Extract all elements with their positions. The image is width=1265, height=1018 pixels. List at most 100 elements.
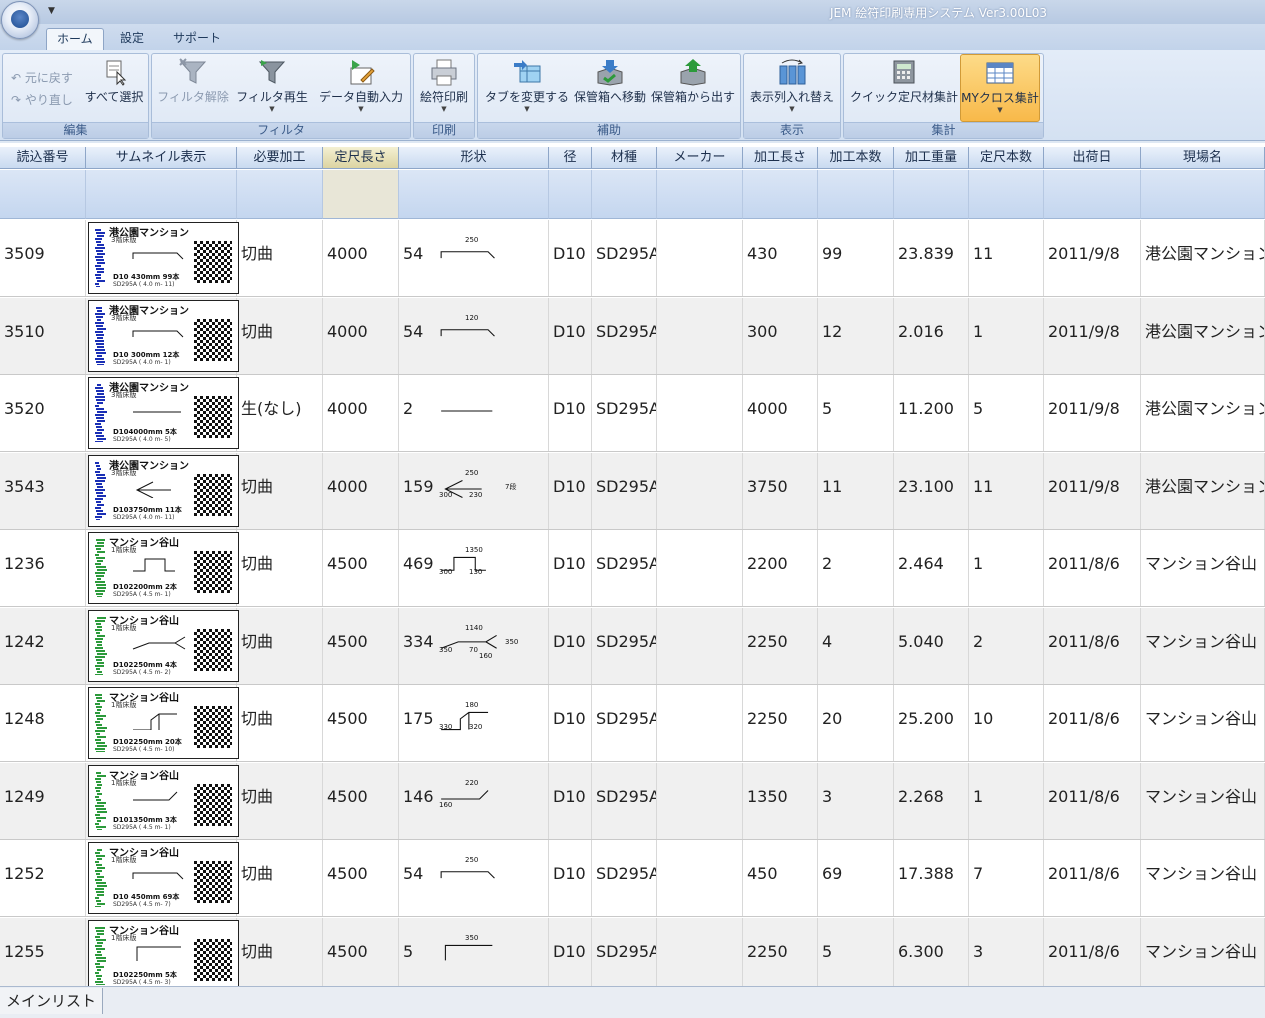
grade-cell[interactable]: SD295A	[592, 685, 657, 761]
stock-length-cell[interactable]: 4000	[323, 220, 399, 296]
site-name-cell[interactable]: マンション谷山	[1141, 685, 1265, 761]
site-name-cell[interactable]: マンション谷山	[1141, 917, 1265, 986]
process-cell[interactable]: 切曲	[237, 297, 323, 374]
col-process-header[interactable]: 必要加工	[237, 147, 323, 169]
table-row[interactable]: 3510 港公園マンション 3階床版 D10 300mm 12本 SD295A ( 4.…	[0, 297, 1265, 375]
ship-date-cell[interactable]: 2011/9/8	[1044, 452, 1141, 529]
col-site-name-header[interactable]: 現場名	[1141, 147, 1265, 169]
reorder-columns-button[interactable]: 表示列入れ替え ▼	[747, 58, 837, 120]
col-thumbnail-filter-cell[interactable]	[86, 170, 237, 219]
maker-cell[interactable]	[657, 762, 743, 839]
shape-cell[interactable]: 5 350	[399, 917, 549, 986]
quick-stock-aggregate-button[interactable]: クイック定尺材集計	[848, 58, 960, 120]
quick-access-dropdown-icon[interactable]: ▼	[48, 6, 55, 16]
ship-date-cell[interactable]: 2011/8/6	[1044, 840, 1141, 916]
process-weight-cell[interactable]: 11.200	[894, 375, 969, 451]
col-process-qty-filter-cell[interactable]	[818, 170, 894, 219]
read-number-cell[interactable]: 1236	[0, 530, 86, 606]
process-length-cell[interactable]: 1350	[743, 762, 818, 839]
ship-date-cell[interactable]: 2011/9/8	[1044, 220, 1141, 296]
maker-cell[interactable]	[657, 607, 743, 684]
print-tag-button[interactable]: 絵符印刷 ▼	[416, 58, 472, 120]
stock-qty-cell[interactable]: 5	[969, 375, 1044, 451]
process-cell[interactable]: 切曲	[237, 530, 323, 606]
stock-qty-cell[interactable]: 1	[969, 297, 1044, 374]
diameter-cell[interactable]: D10	[549, 917, 592, 986]
process-weight-cell[interactable]: 2.016	[894, 297, 969, 374]
process-length-cell[interactable]: 2250	[743, 607, 818, 684]
read-number-cell[interactable]: 1255	[0, 917, 86, 986]
diameter-cell[interactable]: D10	[549, 685, 592, 761]
ship-date-cell[interactable]: 2011/8/6	[1044, 530, 1141, 606]
maker-cell[interactable]	[657, 685, 743, 761]
thumbnail-tag[interactable]: マンション谷山 1階床版 D102250mm 20本 SD295A ( 4.5 m- …	[88, 687, 239, 759]
col-site-name-filter-cell[interactable]	[1141, 170, 1265, 219]
read-number-cell[interactable]: 3520	[0, 375, 86, 451]
shape-cell[interactable]: 146 220 160	[399, 762, 549, 839]
maker-cell[interactable]	[657, 452, 743, 529]
shape-cell[interactable]: 54 250	[399, 220, 549, 296]
maker-cell[interactable]	[657, 917, 743, 986]
table-row[interactable]: 1252 マンション谷山 1階床版 D10 450mm 69本 SD295A ( 4.5…	[0, 840, 1265, 917]
col-diameter-filter-cell[interactable]	[549, 170, 592, 219]
read-number-cell[interactable]: 1248	[0, 685, 86, 761]
stock-qty-cell[interactable]: 10	[969, 685, 1044, 761]
read-number-cell[interactable]: 1242	[0, 607, 86, 684]
process-length-cell[interactable]: 300	[743, 297, 818, 374]
redo-button[interactable]: ↷ やり直し	[11, 91, 73, 108]
col-stock-length-header[interactable]: 定尺長さ	[323, 147, 399, 169]
stock-qty-cell[interactable]: 3	[969, 917, 1044, 986]
maker-cell[interactable]	[657, 375, 743, 451]
thumbnail-tag[interactable]: 港公園マンション 3階床版 D103750mm 11本 SD295A ( 4.0 m-…	[88, 454, 239, 527]
read-number-cell[interactable]: 1249	[0, 762, 86, 839]
read-number-cell[interactable]: 3543	[0, 452, 86, 529]
stock-qty-cell[interactable]: 11	[969, 452, 1044, 529]
col-stock-qty-header[interactable]: 定尺本数	[969, 147, 1044, 169]
thumbnail-tag[interactable]: 港公園マンション 3階床版 D10 430mm 99本 SD295A ( 4.0 m-…	[88, 222, 239, 294]
stock-length-cell[interactable]: 4000	[323, 375, 399, 451]
stock-qty-cell[interactable]: 1	[969, 530, 1044, 606]
site-name-cell[interactable]: 港公園マンション	[1141, 220, 1265, 296]
col-read-number-header[interactable]: 読込番号	[0, 147, 86, 169]
process-length-cell[interactable]: 2250	[743, 917, 818, 986]
process-qty-cell[interactable]: 11	[818, 452, 894, 529]
process-weight-cell[interactable]: 6.300	[894, 917, 969, 986]
ship-date-cell[interactable]: 2011/8/6	[1044, 917, 1141, 986]
thumbnail-tag[interactable]: 港公園マンション 3階床版 D10 300mm 12本 SD295A ( 4.0 m-…	[88, 299, 239, 372]
process-weight-cell[interactable]: 25.200	[894, 685, 969, 761]
site-name-cell[interactable]: 港公園マンション	[1141, 452, 1265, 529]
process-cell[interactable]: 切曲	[237, 840, 323, 916]
diameter-cell[interactable]: D10	[549, 452, 592, 529]
ship-date-cell[interactable]: 2011/8/6	[1044, 762, 1141, 839]
process-length-cell[interactable]: 3750	[743, 452, 818, 529]
col-grade-filter-cell[interactable]	[592, 170, 657, 219]
col-process-weight-filter-cell[interactable]	[894, 170, 969, 219]
col-process-filter-cell[interactable]	[237, 170, 323, 219]
process-cell[interactable]: 切曲	[237, 762, 323, 839]
ship-date-cell[interactable]: 2011/9/8	[1044, 297, 1141, 374]
process-qty-cell[interactable]: 69	[818, 840, 894, 916]
process-cell[interactable]: 切曲	[237, 917, 323, 986]
maker-cell[interactable]	[657, 220, 743, 296]
diameter-cell[interactable]: D10	[549, 840, 592, 916]
thumbnail-tag[interactable]: マンション谷山 1階床版 D10 450mm 69本 SD295A ( 4.5 m- …	[88, 842, 239, 914]
process-weight-cell[interactable]: 5.040	[894, 607, 969, 684]
process-length-cell[interactable]: 4000	[743, 375, 818, 451]
app-menu-button[interactable]	[1, 1, 39, 39]
stock-qty-cell[interactable]: 2	[969, 607, 1044, 684]
stock-qty-cell[interactable]: 7	[969, 840, 1044, 916]
site-name-cell[interactable]: マンション谷山	[1141, 607, 1265, 684]
process-qty-cell[interactable]: 4	[818, 607, 894, 684]
col-shape-header[interactable]: 形状	[399, 147, 549, 169]
maker-cell[interactable]	[657, 840, 743, 916]
site-name-cell[interactable]: 港公園マンション	[1141, 297, 1265, 374]
process-length-cell[interactable]: 2250	[743, 685, 818, 761]
grade-cell[interactable]: SD295A	[592, 452, 657, 529]
grade-cell[interactable]: SD295A	[592, 530, 657, 606]
col-maker-header[interactable]: メーカー	[657, 147, 743, 169]
process-qty-cell[interactable]: 20	[818, 685, 894, 761]
process-qty-cell[interactable]: 99	[818, 220, 894, 296]
diameter-cell[interactable]: D10	[549, 375, 592, 451]
shape-cell[interactable]: 159 250 300 230 7段	[399, 452, 549, 529]
select-all-button[interactable]: すべて選択	[83, 58, 145, 120]
